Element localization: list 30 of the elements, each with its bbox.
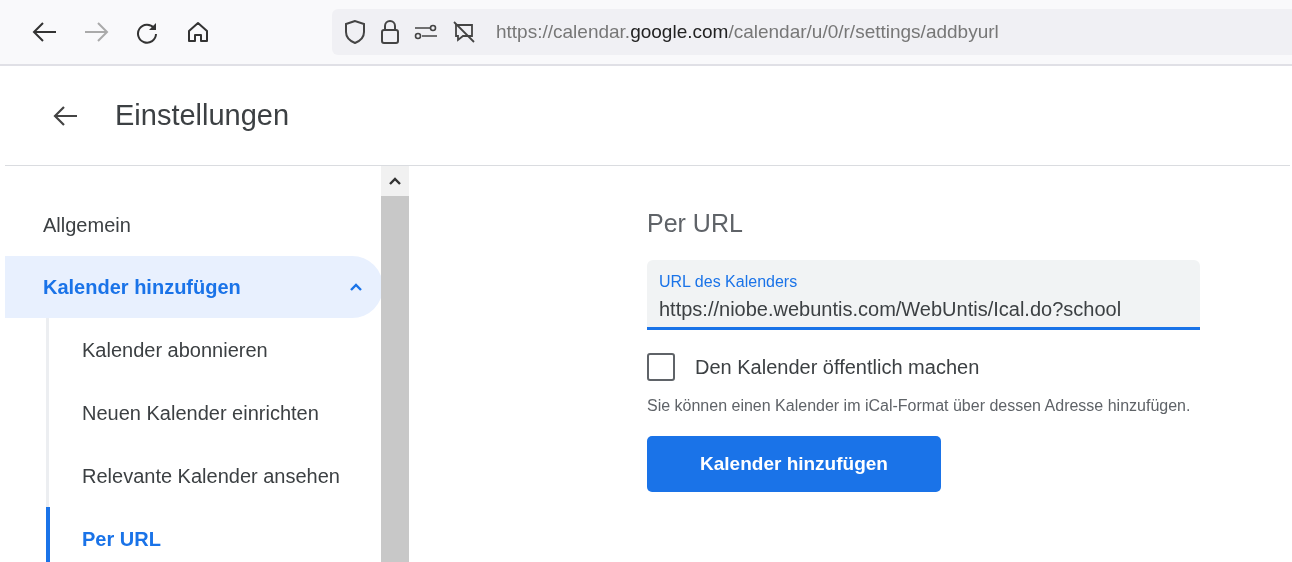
url-text[interactable]: google.com [630,20,729,42]
checkbox[interactable] [647,353,675,381]
scroll-up-icon[interactable] [388,176,402,186]
sliders-icon[interactable] [414,23,438,41]
sidebar-subitem[interactable]: Kalender abonnieren [46,318,383,381]
sidebar-item[interactable]: Kalender hinzufügen [5,256,383,318]
sidebar-subitem[interactable]: Neuen Kalender einrichten [46,381,383,444]
hint-text: Sie können einen Kalender im iCal-Format über dessen Adresse hinzufügen. [647,396,1192,416]
add-calendar-button[interactable]: Kalender hinzufügen [647,436,941,492]
field-label: URL des Kalenders [659,272,799,292]
sidebar-item[interactable]: Allgemein [5,194,383,256]
url-input[interactable]: https://niobe.webuntis.com/WebUntis/Ical.do?school [659,294,1188,324]
address-bar[interactable]: https://calendar.google.com/calendar/u/0/r/settings/addbyurl [332,9,1292,55]
url-text[interactable]: https://calendar. [496,20,631,42]
back-icon [53,104,79,127]
shield-icon[interactable] [344,19,366,45]
chevron-icon [349,282,363,292]
url-text[interactable]: /calendar/u/0/r/settings/addbyurl [728,20,999,42]
checkbox-label[interactable]: Den Kalender öffentlich machen [695,352,980,382]
home-icon [186,20,210,44]
page-title: Einstellungen [115,98,290,133]
back-button[interactable] [53,104,79,127]
lock-icon[interactable] [380,19,400,45]
forward-icon [83,21,109,43]
blocked-notification-icon[interactable] [452,20,476,44]
scrollbar[interactable] [381,166,409,562]
back-icon [32,21,58,43]
url-field[interactable]: URL des Kalenders https://niobe.webuntis.com/WebUntis/Ical.do?school [647,260,1200,330]
sidebar-subitem[interactable]: Relevante Kalender ansehen [46,444,383,507]
section-title: Per URL [647,208,744,238]
